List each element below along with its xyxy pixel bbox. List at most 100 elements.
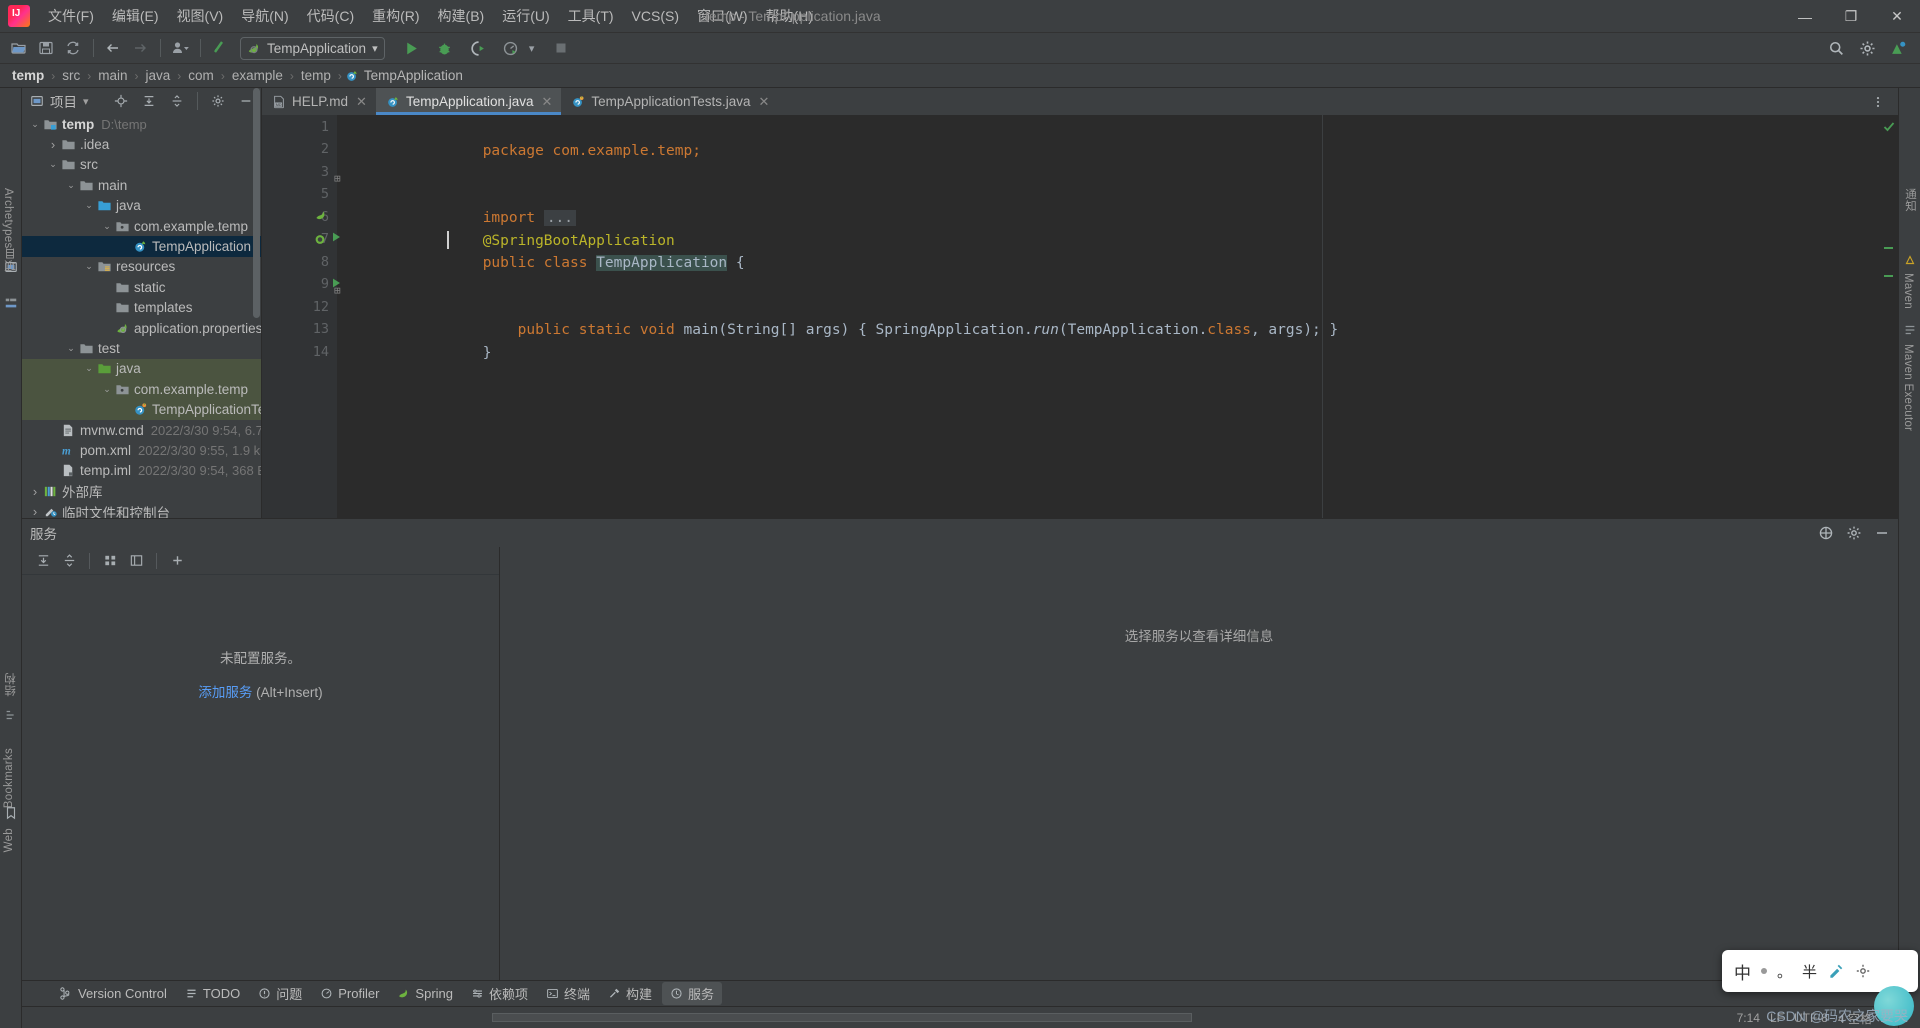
bottom-tab-services[interactable]: 服务 (662, 982, 723, 1005)
maximize-button[interactable]: ❐ (1828, 0, 1874, 33)
breadcrumb-item-main[interactable]: main (94, 67, 131, 84)
collapse-all-icon[interactable] (58, 551, 80, 571)
run-configuration-selector[interactable]: TempApplication ▾ (240, 36, 385, 60)
hide-icon[interactable] (1874, 525, 1890, 541)
breadcrumb-item-example[interactable]: example (228, 67, 287, 84)
tree-row-tempapplicationtests[interactable]: TempApplicationTests (22, 399, 261, 420)
update-project-icon[interactable] (207, 36, 233, 60)
expand-all-icon[interactable] (138, 91, 160, 111)
inspection-marker-gutter[interactable] (1880, 115, 1898, 518)
ime-shape-label[interactable]: 半 (1802, 961, 1817, 982)
profiler-icon[interactable] (498, 36, 524, 60)
debug-bug-icon[interactable] (432, 36, 458, 60)
gear-icon[interactable] (1846, 525, 1862, 541)
menu-edit[interactable]: 编辑(E) (103, 2, 168, 30)
tree-row-temp-iml[interactable]: temp.iml 2022/3/30 9:54, 368 B (22, 461, 261, 481)
bottom-tab-version-control[interactable]: Version Control (52, 984, 175, 1003)
tree-row-main[interactable]: ⌄ main (22, 175, 261, 195)
project-tree-scrollbar[interactable] (253, 88, 260, 318)
menu-navigate[interactable]: 导航(N) (232, 2, 297, 30)
save-all-icon[interactable] (33, 36, 59, 60)
chevron-down-icon-profiler[interactable]: ▾ (525, 36, 539, 60)
ide-plugin-icon[interactable] (1885, 37, 1911, 61)
close-button[interactable]: ✕ (1874, 0, 1920, 33)
add-icon[interactable] (166, 551, 188, 571)
tree-row-src[interactable]: ⌄ src (22, 155, 261, 175)
tree-row-test[interactable]: ⌄ test (22, 338, 261, 358)
tree-row-static[interactable]: static (22, 277, 261, 297)
bottom-tab-dependencies[interactable]: 依赖项 (463, 982, 536, 1005)
strip-label-maven[interactable]: Maven (1902, 273, 1914, 309)
strip-label-structure[interactable]: 结构 (3, 673, 19, 697)
bottom-tab-problems[interactable]: 问题 (250, 982, 310, 1005)
chevron-down-icon[interactable]: ▾ (83, 95, 89, 108)
run-coverage-icon[interactable] (465, 36, 491, 60)
chevron-right-icon[interactable]: › (28, 504, 42, 518)
tab-tempapplicationtests-java[interactable]: TempApplicationTests.java ✕ (561, 88, 778, 115)
breadcrumb-item-temp-pkg[interactable]: temp (297, 67, 335, 84)
chevron-down-icon[interactable]: ⌄ (64, 180, 78, 191)
strip-label-bookmarks[interactable]: Bookmarks (3, 748, 15, 808)
editor-gutter[interactable]: 1 2 3 5 6 7 8 9 12 13 14 (262, 115, 340, 518)
chevron-down-icon[interactable]: ⌄ (82, 200, 96, 211)
bottom-tab-profiler[interactable]: Profiler (312, 984, 387, 1003)
breadcrumb-item-temp[interactable]: temp (8, 67, 48, 84)
strip-label-web[interactable]: Web (3, 828, 15, 852)
chevron-down-icon[interactable]: ⌄ (46, 159, 60, 170)
strip-label-archetypes[interactable]: Archetypes (2, 188, 14, 249)
menu-view[interactable]: 视图(V) (168, 2, 233, 30)
group-icon[interactable] (99, 551, 121, 571)
ime-mode-label[interactable]: 中 (1734, 959, 1751, 984)
strip-label-notifications[interactable]: 通知 (1902, 188, 1918, 212)
gear-icon[interactable] (1854, 37, 1880, 61)
ime-tool-icon[interactable] (1827, 962, 1845, 980)
chevron-down-icon[interactable]: ⌄ (28, 119, 42, 130)
strip-label-maven-executor[interactable]: Maven Executor (1902, 344, 1914, 431)
menu-code[interactable]: 代码(C) (298, 2, 363, 30)
structure-tool-icon[interactable] (4, 296, 18, 310)
tree-row-idea[interactable]: › .idea (22, 134, 261, 154)
fold-expand-icon-method[interactable]: ⊞ (334, 280, 341, 303)
bottom-tab-todo[interactable]: TODO (177, 984, 248, 1003)
collapse-all-icon[interactable] (166, 91, 188, 111)
gear-icon[interactable] (207, 91, 229, 111)
chevron-down-icon[interactable]: ⌄ (64, 343, 78, 354)
settings-services-icon[interactable] (1818, 525, 1834, 541)
user-profile-icon[interactable] (167, 36, 193, 60)
spring-bean-gutter-icon[interactable] (314, 209, 327, 222)
project-tree[interactable]: ⌄ temp D:\temp › .idea ⌄ src ⌄ main ⌄ java ⌄ com.exa… (22, 114, 261, 518)
tree-row-pom-xml[interactable]: m pom.xml 2022/3/30 9:55, 1.9 kB (22, 440, 261, 460)
expand-all-icon[interactable] (32, 551, 54, 571)
tree-row-mvnw-cmd[interactable]: mvnw.cmd 2022/3/30 9:54, 6.73 kB (22, 420, 261, 440)
add-service-link[interactable]: 添加服务 (198, 685, 252, 700)
tab-tempapplication-java[interactable]: TempApplication.java ✕ (375, 88, 562, 115)
tree-row-application-properties[interactable]: application.properties (22, 318, 261, 338)
tree-row-scratches[interactable]: › 临时文件和控制台 (22, 501, 261, 518)
tree-row-external-libraries[interactable]: › 外部库 (22, 481, 261, 501)
bottom-tab-build[interactable]: 构建 (600, 982, 660, 1005)
tree-row-tempapplication-main[interactable]: TempApplication (22, 236, 261, 257)
caret-position[interactable]: 7:14 (1737, 1011, 1760, 1025)
layout-icon[interactable] (125, 551, 147, 571)
menu-run[interactable]: 运行(U) (493, 2, 558, 30)
tree-row-java-main[interactable]: ⌄ java (22, 196, 261, 216)
chevron-down-icon[interactable]: ⌄ (100, 221, 114, 232)
tree-row-package-test[interactable]: ⌄ com.example.temp (22, 379, 261, 400)
bottom-tab-terminal[interactable]: 终端 (538, 982, 598, 1005)
ime-punct-label[interactable]: 。 (1777, 961, 1792, 982)
chevron-down-icon[interactable]: ⌄ (100, 384, 114, 395)
menu-refactor[interactable]: 重构(R) (363, 2, 428, 30)
inspection-checkmark-icon[interactable] (1883, 121, 1895, 133)
chevron-right-icon[interactable]: › (28, 484, 42, 499)
fold-expand-icon[interactable]: ⊞ (334, 168, 341, 191)
chevron-down-icon[interactable]: ⌄ (82, 261, 96, 272)
breadcrumb-item-src[interactable]: src (58, 67, 84, 84)
close-icon[interactable]: ✕ (759, 94, 770, 110)
sync-refresh-icon[interactable] (60, 36, 86, 60)
tree-row-package-main[interactable]: ⌄ com.example.temp (22, 216, 261, 236)
tree-row-templates[interactable]: templates (22, 298, 261, 318)
tree-row-java-test[interactable]: ⌄ java (22, 358, 261, 380)
close-icon[interactable]: ✕ (542, 94, 553, 110)
locate-target-icon[interactable] (110, 91, 132, 111)
more-vertical-icon[interactable] (1865, 90, 1891, 114)
